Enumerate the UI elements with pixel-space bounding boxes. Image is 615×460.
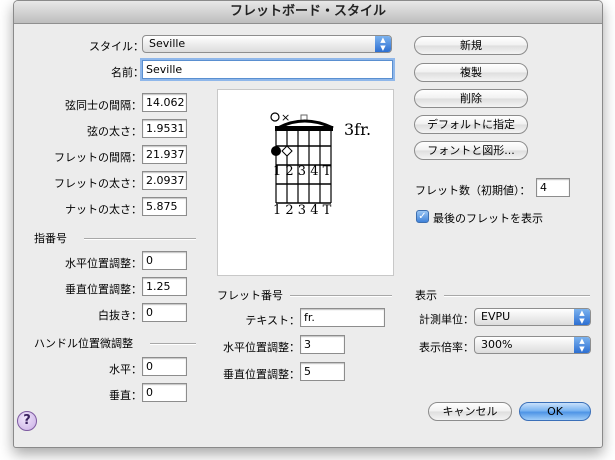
duplicate-button[interactable]: 複製 (414, 63, 528, 82)
handle-divider (150, 343, 196, 345)
fret-thickness-field[interactable]: 2.0937 (142, 171, 187, 190)
fingering-v-field[interactable]: 1.25 (142, 277, 187, 296)
fingering-h-field[interactable]: 0 (142, 251, 187, 270)
fingering-divider (84, 238, 196, 240)
style-label: スタイル： (89, 40, 144, 53)
finger-dot (271, 146, 281, 156)
handle-heading: ハンドル位置微調整 (34, 337, 133, 350)
new-button[interactable]: 新規 (414, 36, 528, 55)
fret-spacing-field[interactable]: 21.937 (142, 145, 187, 164)
handle-h-label: 水平： (109, 363, 142, 376)
string-thickness-label: 弦の太さ： (87, 125, 142, 138)
finger-numbers-top: 1 2 3 4 T (273, 164, 332, 179)
nut-thickness-field[interactable]: 5.875 (142, 197, 187, 216)
open-string-mark (270, 112, 280, 122)
fingering-h-label: 水平位置調整： (65, 257, 142, 270)
fret-text-label: テキスト： (245, 314, 300, 327)
fret-number-divider (290, 295, 392, 297)
string-thickness-field[interactable]: 1.9531 (142, 119, 187, 138)
cancel-button[interactable]: キャンセル (428, 402, 512, 421)
fretboard-preview: × 3fr. 1 2 3 4 T 1 2 3 4 T (217, 89, 394, 276)
fret-spacing-label: フレットの間隔： (54, 151, 142, 164)
unit-popup[interactable]: EVPU ▲ ▼ (474, 308, 591, 326)
fingering-heading: 指番号 (34, 232, 67, 245)
fret-count-field[interactable]: 4 (536, 178, 570, 197)
name-label: 名前： (111, 66, 144, 79)
style-popup-value: Seville (149, 37, 186, 50)
nut-thickness-label: ナットの太さ： (65, 203, 142, 216)
fret-v-field[interactable]: 5 (300, 362, 345, 381)
display-heading: 表示 (415, 289, 437, 302)
fret-h-field[interactable]: 3 (300, 335, 345, 354)
popup-arrows-icon: ▲ ▼ (375, 36, 391, 52)
unit-label: 計測単位： (419, 313, 474, 326)
fonts-shapes-button[interactable]: フォントと図形... (414, 141, 528, 160)
display-divider (444, 295, 590, 297)
show-last-fret-label: 最後のフレットを表示 (433, 212, 543, 225)
fret-position-text: 3fr. (344, 120, 371, 139)
finger-numbers-bottom: 1 2 3 4 T (273, 203, 332, 218)
zoom-popup[interactable]: 300% ▲ ▼ (474, 336, 591, 354)
handle-h-field[interactable]: 0 (142, 357, 187, 376)
delete-button[interactable]: 削除 (414, 89, 528, 108)
zoom-label: 表示倍率： (419, 341, 474, 354)
dialog-window: フレットボード・スタイル スタイル： Seville ▲ ▼ 名前： Sevill… (13, 0, 603, 448)
string-spacing-label: 弦同士の間隔： (65, 99, 142, 112)
knockout-field[interactable]: 0 (142, 303, 187, 322)
string-spacing-field[interactable]: 14.062 (142, 93, 187, 112)
fingering-v-label: 垂直位置調整： (65, 283, 142, 296)
set-default-button[interactable]: デフォルトに指定 (414, 115, 528, 134)
nut (275, 126, 333, 131)
window-title: フレットボード・スタイル (14, 1, 602, 24)
ok-button[interactable]: OK (519, 402, 591, 421)
fret-h-label: 水平位置調整： (223, 341, 300, 354)
popup-arrows-icon: ▲ ▼ (574, 309, 590, 325)
show-last-fret-checkbox[interactable]: ✓ (416, 210, 429, 223)
unit-popup-value: EVPU (481, 310, 511, 323)
zoom-popup-value: 300% (481, 338, 513, 351)
help-button[interactable]: ? (17, 411, 37, 431)
handle-v-field[interactable]: 0 (142, 383, 187, 402)
style-popup[interactable]: Seville ▲ ▼ (142, 35, 392, 53)
fret-number-heading: フレット番号 (217, 289, 283, 302)
diamond-mark (281, 145, 293, 157)
fret-v-label: 垂直位置調整： (223, 368, 300, 381)
fret-text-field[interactable]: fr. (300, 308, 385, 327)
fretboard-diagram-icon: × 3fr. 1 2 3 4 T 1 2 3 4 T (270, 111, 371, 218)
knockout-label: 白抜き： (98, 309, 142, 322)
handle-v-label: 垂直： (109, 389, 142, 402)
name-field[interactable]: Seville (142, 60, 393, 79)
fret-count-label: フレット数（初期値）： (415, 184, 531, 197)
fret-thickness-label: フレットの太さ： (54, 177, 142, 190)
popup-arrows-icon: ▲ ▼ (574, 337, 590, 353)
